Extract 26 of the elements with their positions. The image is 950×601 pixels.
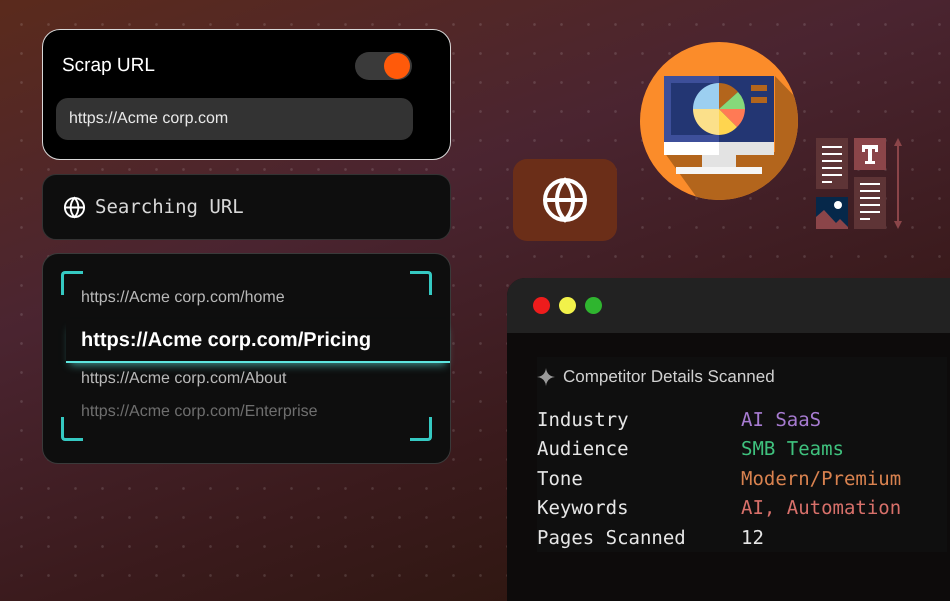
url-list-item[interactable]: https://Acme corp.com/home: [66, 286, 450, 319]
detail-label: Audience: [537, 437, 630, 462]
corner-bracket: [61, 271, 83, 295]
url-list-item[interactable]: https://Acme corp.com/About: [66, 367, 450, 400]
detail-value: AI, Automation: [741, 496, 902, 521]
detail-value: Modern/Premium: [741, 466, 902, 492]
detail-value: AI SaaS: [741, 408, 822, 432]
status-label: Searching URL: [95, 194, 244, 220]
url-list-item[interactable]: https://Acme corp.com/Enterprise: [66, 400, 450, 433]
detail-label: Tone: [537, 466, 584, 492]
detail-value: SMB Teams: [741, 437, 844, 462]
panel-heading: Competitor Details Scanned: [563, 366, 775, 388]
detail-label: Pages Scanned: [537, 526, 687, 550]
url-list-item[interactable]: https://Acme corp.com/Pricing: [66, 319, 450, 363]
url-input-field[interactable]: https://Acme corp.com: [56, 98, 413, 140]
detail-label: Industry: [537, 408, 630, 432]
card-title: Scrap URL: [62, 54, 155, 78]
detail-value: 12: [741, 526, 764, 550]
globe-icon: [63, 196, 86, 218]
corner-bracket: [410, 417, 432, 441]
toggle-switch[interactable]: [355, 52, 412, 80]
globe-icon: [541, 176, 589, 224]
sparkle-icon: [537, 368, 555, 386]
detail-label: Keywords: [537, 496, 630, 521]
corner-bracket: [61, 417, 83, 441]
corner-bracket: [410, 271, 432, 295]
